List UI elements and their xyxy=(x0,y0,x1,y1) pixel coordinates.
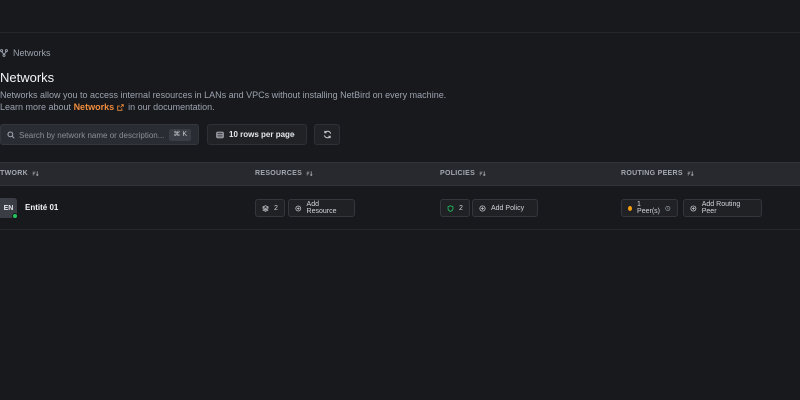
shield-icon xyxy=(447,204,454,212)
page-title: Networks xyxy=(0,70,55,85)
sort-icon xyxy=(479,171,486,177)
breadcrumb[interactable]: Networks xyxy=(0,47,51,59)
column-network[interactable]: TWORK xyxy=(0,170,39,177)
plus-circle-icon xyxy=(690,205,697,211)
page-description: Networks allow you to access internal re… xyxy=(0,89,446,113)
table-icon xyxy=(216,131,224,138)
peer-status-dot xyxy=(628,205,633,211)
learn-more-line: Learn more about Networks in our documen… xyxy=(0,101,446,113)
refresh-button[interactable] xyxy=(314,124,340,145)
plus-circle-icon xyxy=(479,204,486,212)
search-icon xyxy=(7,131,15,139)
table-header: TWORK RESOURCES POLICIES ROUTING PEERS xyxy=(0,162,800,186)
description-line: Networks allow you to access internal re… xyxy=(0,90,447,100)
routing-peers-badge[interactable]: 1 Peer(s) xyxy=(621,199,678,217)
sort-icon xyxy=(32,171,39,177)
sort-icon xyxy=(687,171,694,177)
status-online-indicator xyxy=(12,213,18,219)
rows-per-page-select[interactable]: 10 rows per page xyxy=(207,124,307,145)
plus-circle-icon xyxy=(295,205,302,211)
add-policy-button[interactable]: Add Policy xyxy=(472,199,538,217)
table-row[interactable]: EN xyxy=(0,186,800,230)
add-resource-button[interactable]: Add Resource xyxy=(288,199,355,217)
layers-icon xyxy=(262,204,269,212)
learn-more-suffix: in our documentation. xyxy=(128,102,215,112)
external-link-icon xyxy=(116,104,124,111)
sort-icon xyxy=(306,171,313,177)
networks-docs-link[interactable]: Networks xyxy=(74,102,115,112)
column-resources[interactable]: RESOURCES xyxy=(255,170,313,177)
search-input[interactable] xyxy=(19,128,167,142)
network-icon xyxy=(0,49,8,57)
add-routing-peer-button[interactable]: Add Routing Peer xyxy=(683,199,762,217)
help-circle-icon xyxy=(665,205,671,211)
column-policies[interactable]: POLICIES xyxy=(440,170,486,177)
chevron-down-icon xyxy=(290,134,295,138)
breadcrumb-label: Networks xyxy=(13,48,51,58)
network-name[interactable]: Entité 01 xyxy=(25,203,58,212)
policies-count-badge[interactable]: 2 xyxy=(440,199,470,217)
search-field[interactable]: ⌘ K xyxy=(0,124,199,145)
top-bar xyxy=(0,0,800,33)
search-shortcut: ⌘ K xyxy=(169,129,191,141)
learn-more-prefix: Learn more about xyxy=(0,102,72,112)
column-routing-peers[interactable]: ROUTING PEERS xyxy=(621,170,694,177)
resources-count-badge[interactable]: 2 xyxy=(255,199,285,217)
rows-count: 10 rows per page xyxy=(229,130,295,139)
refresh-icon xyxy=(323,130,331,139)
